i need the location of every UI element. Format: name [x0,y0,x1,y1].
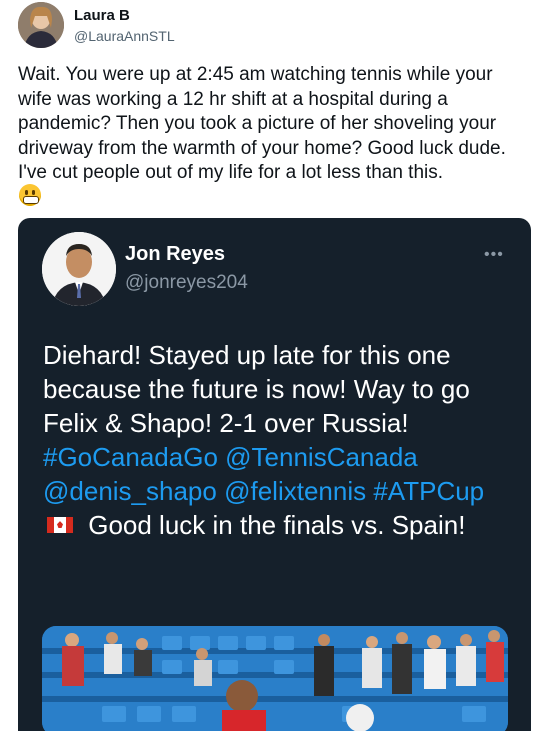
quoted-text-part-2: Good luck in the finals vs. Spain! [81,510,466,540]
quoted-tweet-text: Diehard! Stayed up late for this one bec… [43,338,513,542]
quoted-text-part-1: Diehard! Stayed up late for this one bec… [43,340,470,438]
tweet-screenshot: Laura B @LauraAnnSTL Wait. You were up a… [0,0,539,731]
canada-flag-icon [47,517,73,534]
tennis-match-photo[interactable] [42,626,508,731]
author-avatar[interactable] [18,2,64,48]
author-handle[interactable]: @LauraAnnSTL [74,28,175,44]
tweet-text: Wait. You were up at 2:45 am watching te… [18,64,506,183]
quoted-tweet-card[interactable]: Jon Reyes @jonreyes204 ••• Diehard! Stay… [18,218,531,731]
grimacing-face-icon [19,184,41,206]
quoted-author-avatar[interactable] [42,232,116,306]
quoted-author-handle[interactable]: @jonreyes204 [125,272,248,294]
mention-link[interactable]: @TennisCanada [225,442,418,472]
mention-link[interactable]: @felixtennis [224,476,366,506]
mention-link[interactable]: @denis_shapo [43,476,217,506]
author-name[interactable]: Laura B [74,7,130,24]
quoted-author-name[interactable]: Jon Reyes [125,243,225,266]
hashtag-link[interactable]: #ATPCup [373,476,484,506]
more-options-icon[interactable]: ••• [484,246,504,264]
hashtag-link[interactable]: #GoCanadaGo [43,442,218,472]
